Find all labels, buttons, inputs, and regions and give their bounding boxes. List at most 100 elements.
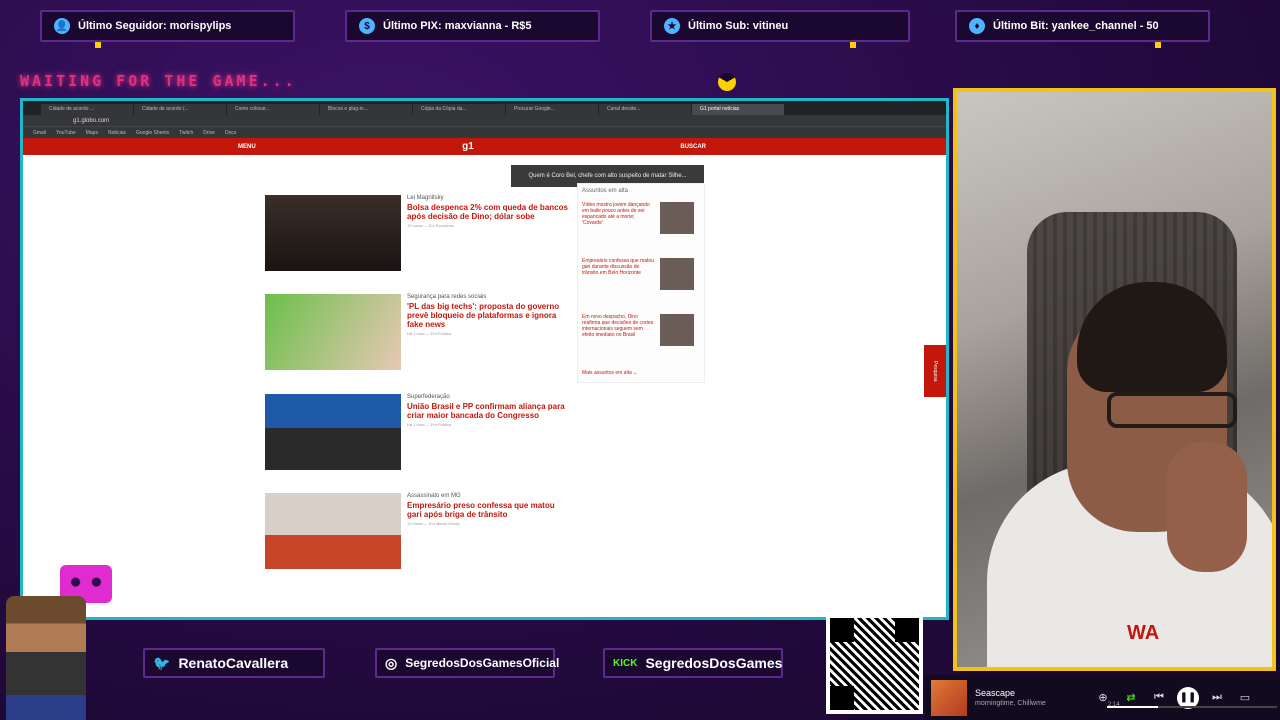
qr-code [826,614,923,714]
bookmark-item[interactable]: YouTube [56,130,76,136]
article-headline[interactable]: 'PL das big techs': proposta do governo … [407,302,568,329]
star-icon: ★ [664,18,680,34]
article-headline[interactable]: Bolsa despenca 2% com queda de bancos ap… [407,203,568,221]
article-time: Há 1 hora — Em Política [407,331,452,336]
shuffle-icon[interactable]: ⇄ [1121,691,1141,704]
browser-window: Cidade de acordo ... Cidade de acordo (.… [20,98,949,620]
last-sub-alert: ★ Último Sub: vitineu [650,10,910,42]
url-text: g1.globo.com [73,117,110,124]
alerts-bar: 👤 Último Seguidor: morispylips $ Último … [0,0,1280,50]
waiting-for-game-text: WAITING FOR THE GAME... [20,72,297,90]
last-follower-text: Último Seguidor: morispylips [78,20,232,32]
pellet-icon [1155,42,1161,48]
article-kicker: Lei Magnitsky [407,195,444,201]
browser-tab[interactable]: Como colocar... [227,104,319,115]
article-card[interactable]: Superfederação União Brasil e PP confirm… [265,394,568,472]
bookmark-item[interactable]: Google Sheets [136,130,169,136]
article-time: 13 horas — Em Economia [407,223,454,228]
dollar-icon: $ [359,18,375,34]
glasses-shape [1107,392,1237,428]
more-trending-link[interactable]: Mais assuntos em alta ⌄ [582,370,700,376]
browser-tab-active[interactable]: G1 portal notícias [692,104,784,115]
device-icon[interactable]: ▭ [1235,691,1255,704]
pellet-icon [850,42,856,48]
bookmark-item[interactable]: Notícias [108,130,126,136]
article-time: 13 horas — Em Minas Gerais [407,521,460,526]
bookmark-item[interactable]: Gmail [33,130,46,136]
song-progress-bar[interactable] [1107,706,1277,708]
pellet-icon [95,42,101,48]
trending-item[interactable]: Vídeo mostra jovem dançando em baile pou… [582,202,700,252]
last-bit-alert: ♦ Último Bit: yankee_channel - 50 [955,10,1210,42]
diamond-icon: ♦ [969,18,985,34]
article-card[interactable]: Assassinato em MG Empresário preso confe… [265,493,568,571]
hand-shape [1167,442,1247,572]
bookmark-item[interactable]: Drive [203,130,215,136]
instagram-handle: SegredosDosGamesOficial [405,656,560,670]
trending-thumb [660,314,694,346]
g1-menu-button[interactable]: MENU [238,144,256,150]
pesquisa-tab[interactable]: Pesquisa [924,345,946,397]
last-pix-alert: $ Último PIX: maxvianna - R$5 [345,10,600,42]
browser-tab[interactable]: Cópia da Cópia da... [413,104,505,115]
browser-tab[interactable]: Canal decide... [599,104,691,115]
kick-handle: SegredosDosGames [645,655,783,671]
trending-item[interactable]: Em novo despacho, Dino reafirma que deci… [582,314,700,364]
last-bit-text: Último Bit: yankee_channel - 50 [993,20,1159,32]
browser-tab[interactable]: Procurar Google... [506,104,598,115]
previous-icon[interactable]: ⏮ [1149,691,1169,704]
trending-item-text[interactable]: Vídeo mostra jovem dançando em baile pou… [582,202,656,252]
last-pix-text: Último PIX: maxvianna - R$5 [383,20,532,32]
twitter-handle: RenatoCavallera [178,655,289,671]
instagram-icon: ◎ [385,654,398,671]
kick-icon: KICK [613,657,638,669]
bookmark-item[interactable]: Maps [86,130,98,136]
pixel-character-icon [6,596,86,720]
browser-tab[interactable]: Cidade de acordo (... [134,104,226,115]
bookmark-item[interactable]: Twitch [179,130,193,136]
g1-logo[interactable]: g1 [462,141,474,152]
g1-header: MENU g1 BUSCAR [23,138,946,155]
last-sub-text: Último Sub: vitineu [688,20,789,32]
twitter-icon: 🐦 [153,654,171,671]
instagram-badge: ◎ SegredosDosGamesOficial [375,648,559,678]
article-image [265,294,401,370]
music-player: Seascape morningtime, Chillwme ⊕ ⇄ ⏮ ❚❚ … [925,675,1280,720]
next-icon[interactable]: ⏭ [1207,691,1227,704]
address-bar[interactable]: g1.globo.com [23,115,946,126]
trending-thumb [660,258,694,290]
article-time: Há 1 hora — Em Política [407,422,452,427]
trending-item-text[interactable]: Empresário confessa que matou gari duran… [582,258,656,308]
user-icon: 👤 [54,18,70,34]
trending-thumb [660,202,694,234]
browser-tab[interactable]: Cidade de acordo ... [41,104,133,115]
song-artist: morningtime, Chillwme [975,700,1046,707]
g1-page-content: Quem é Coro Bel, chefe com alto suspeito… [23,155,946,617]
article-card[interactable]: Segurança para redes sociais 'PL das big… [265,294,568,372]
browser-tabs: Cidade de acordo ... Cidade de acordo (.… [23,101,946,115]
album-art [931,679,967,716]
bookmark-item[interactable]: Docs [225,130,236,136]
qr-label: livepix.gg/segredosdosgames [826,603,932,612]
song-title: Seascape [975,688,1016,698]
article-image [265,394,401,470]
browser-tab[interactable]: Blocos e plug-in... [320,104,412,115]
trending-item[interactable]: Empresário confessa que matou gari duran… [582,258,700,308]
article-card[interactable]: Lei Magnitsky Bolsa despenca 2% com qued… [265,195,568,273]
article-headline[interactable]: Empresário preso confessa que matou gari… [407,501,568,519]
pacman-icon [718,73,736,91]
bookmarks-bar: Gmail YouTube Maps Notícias Google Sheet… [23,126,946,138]
g1-search-button[interactable]: BUSCAR [680,144,706,150]
trending-sidebar: Assuntos em alta Vídeo mostra jovem danç… [577,183,705,383]
twitter-badge: 🐦 RenatoCavallera [143,648,325,678]
shirt-logo: WA [1127,622,1160,644]
article-headline[interactable]: União Brasil e PP confirmam aliança para… [407,402,568,420]
trending-item-text[interactable]: Em novo despacho, Dino reafirma que deci… [582,314,656,364]
last-follower-alert: 👤 Último Seguidor: morispylips [40,10,295,42]
article-kicker: Assassinato em MG [407,493,461,499]
stream-overlay: 👤 Último Seguidor: morispylips $ Último … [0,0,1280,720]
webcam-frame: WA [953,88,1276,671]
article-kicker: Superfederação [407,394,450,400]
song-progress-fill [1107,706,1158,708]
article-kicker: Segurança para redes sociais [407,294,487,300]
